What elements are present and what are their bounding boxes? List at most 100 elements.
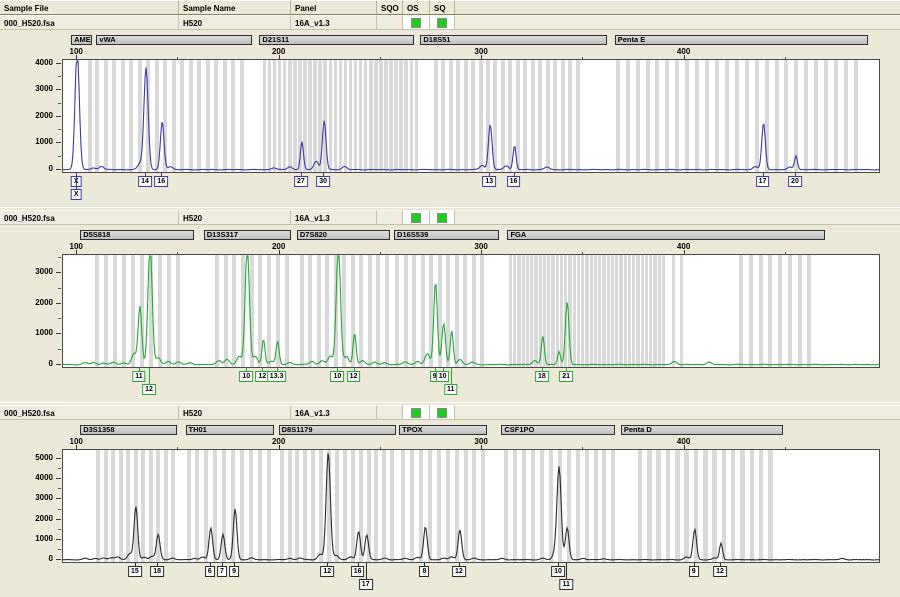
marker-bar-d18s51[interactable]: D18S51 xyxy=(420,35,606,45)
cell-sq-status[interactable] xyxy=(430,210,455,224)
marker-bar-penta-d[interactable]: Penta D xyxy=(621,425,783,435)
cell-sample-file[interactable]: 000_H520.fsa xyxy=(0,405,179,419)
allele-label[interactable]: 11 xyxy=(559,579,572,590)
marker-bar-th01[interactable]: TH01 xyxy=(186,425,274,435)
y-minor-tick-mark xyxy=(58,288,61,289)
x-axis-ruler: 100200300400 xyxy=(0,46,900,59)
marker-label: CSF1PO xyxy=(504,425,534,434)
sample-result-row[interactable]: 000_H520.fsaH52016A_v1.3 xyxy=(0,210,900,225)
allele-label[interactable]: 20 xyxy=(788,176,802,187)
allele-label[interactable]: 9 xyxy=(229,566,239,577)
cell-sample-name[interactable]: H520 xyxy=(179,15,291,29)
marker-bar-d7s820[interactable]: D7S820 xyxy=(297,230,390,240)
allele-label[interactable]: 21 xyxy=(559,371,573,382)
allele-label[interactable]: 12 xyxy=(347,371,361,382)
allele-label[interactable]: 17 xyxy=(756,176,770,187)
cell-sample-name[interactable]: H520 xyxy=(179,210,291,224)
column-header-sample-name[interactable]: Sample Name xyxy=(179,0,291,14)
allele-labels-row: 15186791216178121011912 xyxy=(0,563,900,597)
plot-area[interactable] xyxy=(62,449,880,563)
allele-label[interactable]: 18 xyxy=(150,566,164,577)
sample-result-row[interactable]: 000_H520.fsaH52016A_v1.3 xyxy=(0,405,900,420)
marker-bar-vwa[interactable]: vWA xyxy=(96,35,252,45)
allele-label[interactable]: 11 xyxy=(132,371,145,382)
allele-label[interactable]: 10 xyxy=(551,566,565,577)
marker-bar-d21s11[interactable]: D21S11 xyxy=(259,35,414,45)
allele-label[interactable]: 16 xyxy=(351,566,365,577)
cell-sample-file[interactable]: 000_H520.fsa xyxy=(0,210,179,224)
electropherogram-panel-3: 000_H520.fsaH52016A_v1.3 D3S1358 TH01 D8S11… xyxy=(0,405,900,597)
column-header-os[interactable]: OS xyxy=(403,0,430,14)
sample-result-row[interactable]: 000_H520.fsaH52016A_v1.3 xyxy=(0,15,900,30)
allele-label[interactable]: 27 xyxy=(294,176,308,187)
marker-bar-d8s1179[interactable]: D8S1179 xyxy=(279,425,396,435)
allele-label[interactable]: 12 xyxy=(713,566,727,577)
marker-bar-d3s1358[interactable]: D3S1358 xyxy=(80,425,177,435)
allele-label[interactable]: 13.3 xyxy=(267,371,287,382)
allele-label[interactable]: 9 xyxy=(689,566,699,577)
sq-pass-indicator xyxy=(437,18,447,28)
allele-label[interactable]: X xyxy=(71,189,82,200)
allele-label[interactable]: 16 xyxy=(507,176,521,187)
cell-os-status[interactable] xyxy=(403,405,430,419)
marker-label: AMEL xyxy=(74,35,92,44)
cell-panel[interactable]: 16A_v1.3 xyxy=(291,405,377,419)
marker-bar-tpox[interactable]: TPOX xyxy=(399,425,487,435)
cell-sq-status[interactable] xyxy=(430,405,455,419)
marker-bar-penta-e[interactable]: Penta E xyxy=(615,35,868,45)
marker-label: FGA xyxy=(510,230,526,239)
sq-pass-indicator xyxy=(437,408,447,418)
y-tick-mark xyxy=(56,116,61,117)
cell-sqo[interactable] xyxy=(377,210,403,224)
marker-bar-csf1po[interactable]: CSF1PO xyxy=(501,425,614,435)
cell-sq-status[interactable] xyxy=(430,15,455,29)
cell-sample-name[interactable]: H520 xyxy=(179,405,291,419)
cell-sqo[interactable] xyxy=(377,405,403,419)
allele-label[interactable]: 13 xyxy=(482,176,496,187)
allele-label[interactable]: 15 xyxy=(128,566,142,577)
marker-bar-fga[interactable]: FGA xyxy=(507,230,825,240)
allele-label[interactable]: 10 xyxy=(239,371,253,382)
cell-os-status[interactable] xyxy=(403,15,430,29)
allele-label[interactable]: 11 xyxy=(444,384,457,395)
allele-label-connector xyxy=(566,563,567,579)
column-header-sq[interactable]: SQ xyxy=(430,0,455,14)
plot-area[interactable] xyxy=(62,254,880,368)
y-minor-tick-mark xyxy=(58,488,61,489)
allele-label[interactable]: 14 xyxy=(138,176,152,187)
cell-sample-file[interactable]: 000_H520.fsa xyxy=(0,15,179,29)
column-header-sqo[interactable]: SQO xyxy=(377,0,403,14)
y-minor-tick-mark xyxy=(58,129,61,130)
genotyping-results-window: Sample FileSample NamePanelSQOOSSQ000_H5… xyxy=(0,0,900,597)
cell-panel[interactable]: 16A_v1.3 xyxy=(291,210,377,224)
allele-label[interactable]: 16 xyxy=(154,176,168,187)
allele-label[interactable]: 30 xyxy=(316,176,330,187)
allele-label[interactable]: 12 xyxy=(320,566,334,577)
allele-label[interactable]: 17 xyxy=(359,579,373,590)
x-axis-ruler: 100200300400 xyxy=(0,241,900,254)
os-pass-indicator xyxy=(411,18,421,28)
column-header-panel[interactable]: Panel xyxy=(291,0,377,14)
cell-os-status[interactable] xyxy=(403,210,430,224)
marker-bar-d13s317[interactable]: D13S317 xyxy=(204,230,291,240)
allele-label[interactable]: 12 xyxy=(452,566,466,577)
allele-label[interactable]: 18 xyxy=(535,371,549,382)
plot-area[interactable] xyxy=(62,59,880,173)
allele-label[interactable]: 8 xyxy=(419,566,429,577)
allele-label[interactable]: 10 xyxy=(330,371,344,382)
marker-bar-d16s539[interactable]: D16S539 xyxy=(394,230,499,240)
allele-labels-row: XX1416273013161720 xyxy=(0,173,900,207)
y-tick-mark xyxy=(56,169,61,170)
marker-bar-d5s818[interactable]: D5S818 xyxy=(80,230,193,240)
marker-bar-amel[interactable]: AMEL xyxy=(71,35,92,45)
y-tick-label: 4000 xyxy=(35,474,53,482)
allele-label[interactable]: 7 xyxy=(217,566,227,577)
cell-sqo[interactable] xyxy=(377,15,403,29)
allele-label[interactable]: 6 xyxy=(205,566,215,577)
y-tick-label: 2000 xyxy=(35,299,53,307)
allele-label[interactable]: 10 xyxy=(436,371,450,382)
allele-label[interactable]: 12 xyxy=(142,384,156,395)
row-filler xyxy=(455,210,900,224)
cell-panel[interactable]: 16A_v1.3 xyxy=(291,15,377,29)
column-header-sample-file[interactable]: Sample File xyxy=(0,0,179,14)
